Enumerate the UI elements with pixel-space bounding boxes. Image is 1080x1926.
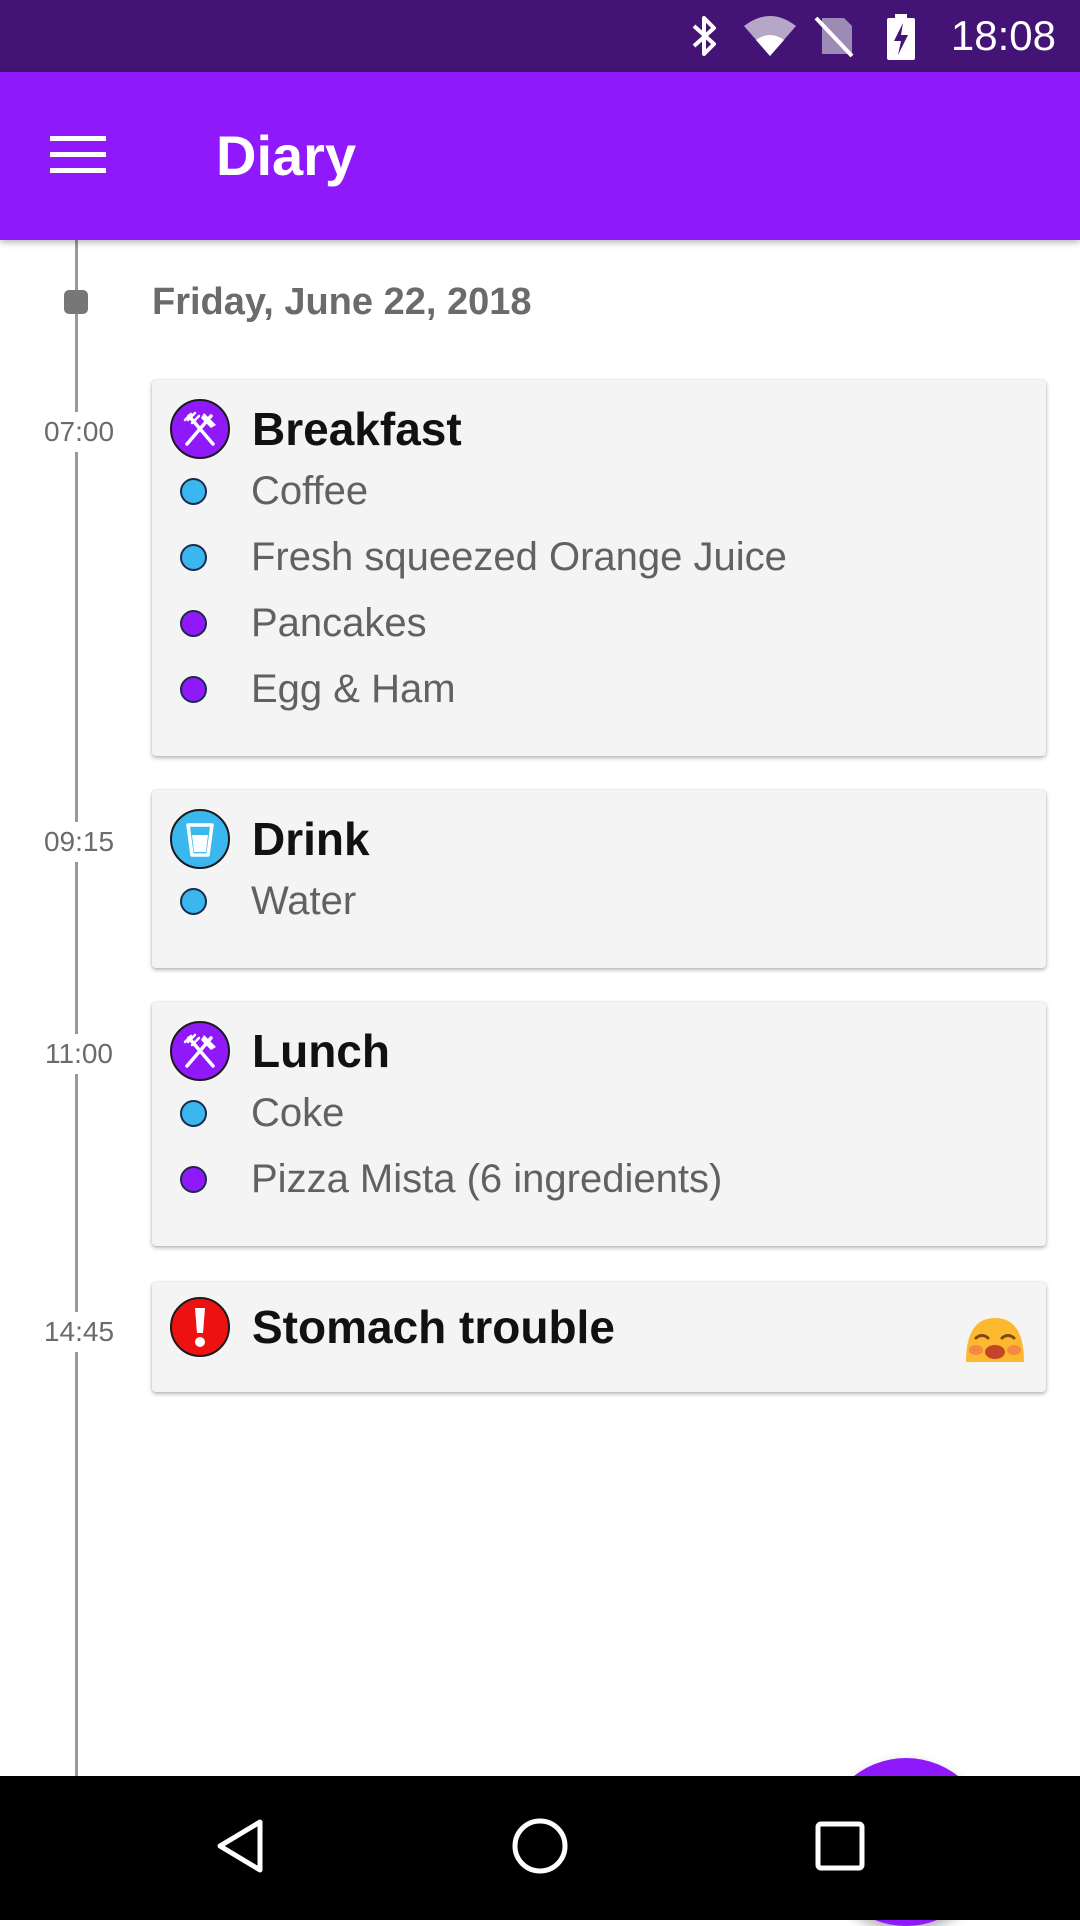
back-button[interactable] — [198, 1806, 282, 1890]
food-bullet-icon — [180, 609, 207, 637]
entry-time: 14:45 — [16, 1312, 142, 1352]
item-label: Pancakes — [251, 601, 427, 645]
page-title: Diary — [216, 124, 357, 187]
exclamation-icon — [170, 1297, 230, 1357]
drink-bullet-icon — [180, 1099, 207, 1127]
list-item: Pizza Mista (6 ingredients) — [180, 1146, 722, 1212]
list-item: Water — [180, 868, 356, 934]
item-label: Egg & Ham — [251, 667, 456, 711]
list-item: Pancakes — [180, 590, 787, 656]
food-bullet-icon — [180, 675, 207, 703]
drink-bullet-icon — [180, 477, 207, 505]
list-item: Egg & Ham — [180, 656, 787, 722]
diary-entry-card[interactable]: Drink Water — [152, 790, 1046, 968]
item-label: Coke — [251, 1091, 345, 1135]
fork-knife-icon — [170, 1021, 230, 1081]
list-item: Fresh squeezed Orange Juice — [180, 524, 787, 590]
home-icon — [510, 1816, 570, 1881]
recents-icon — [814, 1820, 866, 1877]
entry-title: Lunch — [252, 1025, 390, 1077]
no-sim-icon — [812, 14, 856, 63]
entry-items: Coke Pizza Mista (6 ingredients) — [180, 1080, 722, 1212]
timeline-date-marker — [64, 290, 88, 314]
list-item: Coke — [180, 1080, 722, 1146]
status-bar: 18:08 — [0, 0, 1080, 72]
diary-entry-card[interactable]: Breakfast Coffee Fresh squeezed Orange J… — [152, 380, 1046, 756]
navigation-bar — [0, 1776, 1080, 1920]
wifi-icon — [742, 14, 798, 63]
entry-items: Water — [180, 868, 356, 934]
date-header: Friday, June 22, 2018 — [152, 281, 532, 323]
item-label: Pizza Mista (6 ingredients) — [251, 1157, 723, 1201]
home-button[interactable] — [498, 1806, 582, 1890]
diary-entry-card[interactable]: Stomach trouble — [152, 1282, 1046, 1392]
diary-entry-card[interactable]: Lunch Coke Pizza Mista (6 ingredients) — [152, 1002, 1046, 1246]
entry-title: Breakfast — [252, 403, 462, 455]
menu-icon — [50, 134, 106, 179]
diary-timeline[interactable]: Friday, June 22, 2018 07:00 Breakfast Co… — [0, 240, 1080, 1926]
back-icon — [212, 1816, 268, 1881]
item-label: Fresh squeezed Orange Juice — [251, 535, 787, 579]
entry-time: 07:00 — [16, 412, 142, 452]
timeline-line — [75, 240, 78, 1776]
item-label: Water — [251, 879, 357, 923]
status-time: 18:08 — [950, 12, 1056, 59]
app-bar: Diary — [0, 72, 1080, 240]
recents-button[interactable] — [798, 1806, 882, 1890]
entry-title: Drink — [252, 813, 370, 865]
battery-charging-icon — [886, 14, 916, 65]
food-bullet-icon — [180, 1165, 207, 1193]
sick-face-emoji-icon — [962, 1312, 1028, 1373]
fork-knife-icon — [170, 399, 230, 459]
menu-button[interactable] — [36, 120, 120, 192]
entry-time: 11:00 — [16, 1034, 142, 1074]
entry-items: Coffee Fresh squeezed Orange Juice Panca… — [180, 458, 787, 722]
drink-bullet-icon — [180, 543, 207, 571]
entry-title: Stomach trouble — [252, 1301, 615, 1353]
entry-time: 09:15 — [16, 822, 142, 862]
item-label: Coffee — [251, 469, 369, 513]
bluetooth-icon — [690, 14, 720, 63]
drink-bullet-icon — [180, 887, 207, 915]
glass-icon — [170, 809, 230, 869]
list-item: Coffee — [180, 458, 787, 524]
